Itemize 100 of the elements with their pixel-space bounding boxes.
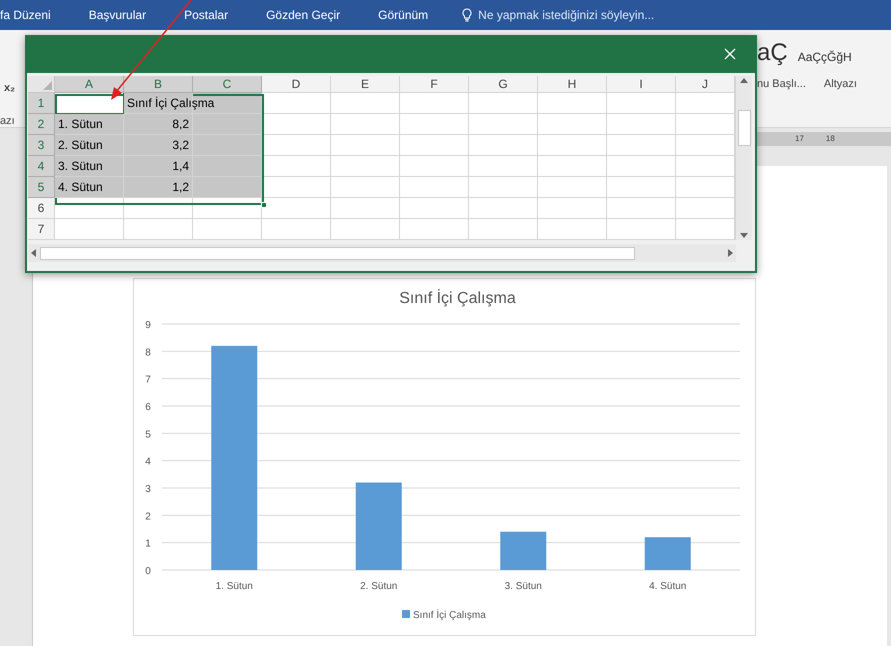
row-header[interactable]: 7	[28, 219, 55, 240]
column-header[interactable]: H	[538, 76, 607, 93]
chart-title: Sınıf İçi Çalışma	[399, 290, 516, 307]
table-cell	[262, 156, 331, 177]
x-tick-label: 2. Sütun	[360, 581, 398, 592]
subscript-button[interactable]: x₂	[4, 80, 16, 96]
scroll-thumb[interactable]	[40, 246, 635, 260]
table-cell	[400, 198, 469, 219]
x-tick-label: 1. Sütun	[216, 581, 253, 592]
column-header[interactable]: G	[469, 76, 538, 93]
table-cell	[676, 177, 735, 198]
table-cell	[607, 219, 676, 240]
table-cell	[262, 135, 331, 156]
table-cell	[400, 177, 469, 198]
style-name[interactable]: azı	[0, 112, 16, 129]
table-cell	[676, 219, 735, 240]
ruler-label: 18	[826, 133, 835, 145]
column-header[interactable]: E	[331, 76, 400, 93]
vertical-scrollbar[interactable]	[735, 76, 752, 240]
ribbon-tab[interactable]: fa Düzeni	[0, 6, 51, 24]
ribbon-tab[interactable]: Başvurular	[88, 6, 146, 24]
table-cell	[676, 198, 735, 219]
table-cell	[331, 114, 400, 135]
legend-label: Sınıf İçi Çalışma	[413, 610, 486, 621]
column-header[interactable]: I	[607, 76, 676, 93]
row-header[interactable]: 4	[28, 156, 55, 177]
row-header[interactable]: 2	[28, 114, 55, 135]
style-preview[interactable]: AaÇçĞğH	[798, 46, 852, 68]
table-cell	[538, 198, 607, 219]
table-cell	[538, 93, 607, 114]
table-cell	[124, 219, 193, 240]
table-cell	[676, 156, 735, 177]
y-tick-label: 2	[145, 511, 151, 522]
table-cell	[607, 135, 676, 156]
table-cell	[607, 198, 676, 219]
style-preview[interactable]: aÇ	[757, 38, 788, 68]
column-header[interactable]: J	[676, 76, 735, 93]
table-cell	[262, 177, 331, 198]
close-icon	[724, 48, 736, 60]
table-cell	[469, 177, 538, 198]
horizontal-scrollbar[interactable]	[28, 244, 736, 262]
table-cell	[400, 93, 469, 114]
cell-text: 2. Sütun	[58, 138, 103, 152]
tell-me-field[interactable]: Ne yapmak istediğinizi söyleyin...	[462, 6, 654, 24]
scroll-left-icon[interactable]	[31, 249, 36, 257]
scroll-up-icon[interactable]	[740, 78, 748, 83]
bar	[500, 532, 546, 570]
cell-text: 8,2	[172, 117, 189, 131]
table-cell	[676, 135, 735, 156]
column-header[interactable]: C	[193, 76, 262, 93]
scroll-down-icon[interactable]	[740, 233, 748, 238]
table-cell	[469, 93, 538, 114]
table-cell	[469, 156, 538, 177]
table-cell	[676, 93, 735, 114]
cell-text: 3. Sütun	[58, 159, 103, 173]
table-cell	[262, 114, 331, 135]
table-cell	[607, 177, 676, 198]
table-cell	[400, 219, 469, 240]
row-header[interactable]: 1	[28, 93, 55, 114]
table-cell	[607, 156, 676, 177]
table-cell	[607, 93, 676, 114]
scroll-right-icon[interactable]	[728, 249, 733, 257]
column-header[interactable]: F	[400, 76, 469, 93]
y-tick-label: 6	[145, 402, 151, 413]
row-header[interactable]: 3	[28, 135, 55, 156]
table-cell	[331, 177, 400, 198]
table-cell	[193, 219, 262, 240]
table-cell	[262, 198, 331, 219]
table-cell	[607, 114, 676, 135]
style-name[interactable]: Altyazı	[824, 76, 857, 92]
x-tick-label: 3. Sütun	[504, 581, 542, 592]
table-cell	[538, 156, 607, 177]
cell-text: 1,4	[172, 159, 189, 173]
bar	[644, 537, 691, 570]
table-cell	[331, 135, 400, 156]
cell-text: 3,2	[172, 138, 189, 152]
ribbon-tab[interactable]: Postalar	[184, 6, 228, 24]
table-cell	[676, 114, 735, 135]
scroll-thumb[interactable]	[738, 110, 750, 146]
column-header[interactable]: B	[124, 76, 193, 93]
y-tick-label: 4	[145, 456, 151, 468]
y-tick-label: 9	[145, 320, 151, 331]
table-cell	[538, 114, 607, 135]
style-name[interactable]: nu Başlı...	[757, 76, 806, 92]
table-cell	[400, 156, 469, 177]
column-header[interactable]: A	[55, 76, 124, 93]
row-header[interactable]: 6	[28, 198, 55, 219]
ribbon-tab[interactable]: Görünüm	[378, 6, 428, 24]
cell-text: Sınıf İçi Çalışma	[127, 96, 214, 110]
y-tick-label: 1	[145, 538, 151, 550]
row-header[interactable]: 5	[28, 177, 55, 198]
table-cell	[262, 93, 331, 114]
ribbon-tab[interactable]: Gözden Geçir	[266, 6, 340, 24]
table-cell	[469, 198, 538, 219]
column-header[interactable]: D	[262, 76, 331, 93]
y-tick-label: 8	[145, 347, 151, 358]
table-cell	[331, 198, 400, 219]
cell-text: 1. Sütun	[58, 117, 103, 131]
table-cell	[400, 135, 469, 156]
table-cell	[55, 219, 124, 240]
